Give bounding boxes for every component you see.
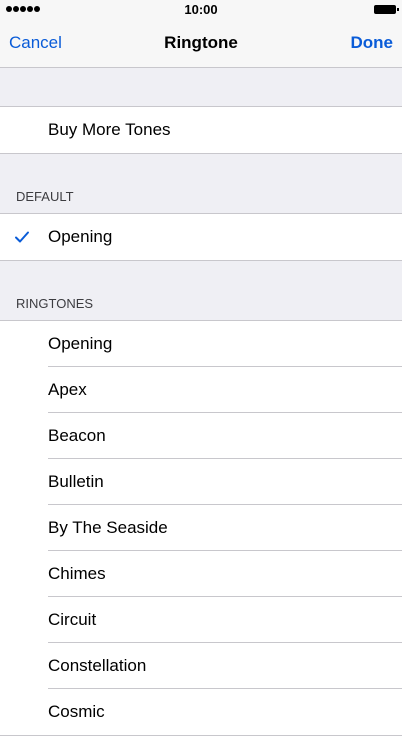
ringtone-row[interactable]: Cosmic — [0, 689, 402, 735]
navigation-bar: Cancel Ringtone Done — [0, 20, 402, 68]
buy-more-tones-row[interactable]: Buy More Tones — [0, 107, 402, 153]
default-section-header: DEFAULT — [0, 188, 402, 213]
ringtones-section-header: RINGTONES — [0, 295, 402, 320]
ringtone-row[interactable]: Beacon — [0, 413, 402, 459]
default-group: Opening — [0, 213, 402, 261]
ringtone-row[interactable]: Apex — [0, 367, 402, 413]
ringtone-label: Opening — [48, 334, 113, 353]
ringtone-label: By The Seaside — [48, 518, 168, 537]
battery-icon — [374, 5, 399, 14]
page-title: Ringtone — [164, 33, 238, 52]
ringtone-label: Constellation — [48, 656, 147, 675]
default-header-label: DEFAULT — [16, 189, 74, 204]
ringtone-label: Chimes — [48, 564, 106, 583]
ringtone-row[interactable]: Chimes — [0, 551, 402, 597]
top-spacer — [0, 68, 402, 106]
ringtone-row[interactable]: By The Seaside — [0, 505, 402, 551]
ringtones-header-label: RINGTONES — [16, 296, 94, 311]
default-tone-row[interactable]: Opening — [0, 214, 402, 260]
ringtone-label: Cosmic — [48, 702, 105, 721]
done-button[interactable]: Done — [351, 33, 394, 53]
default-tone-label: Opening — [48, 227, 113, 246]
ringtones-group: Opening Apex Beacon Bulletin By The Seas… — [0, 320, 402, 736]
ringtone-label: Beacon — [48, 426, 106, 445]
checkmark-icon — [15, 231, 29, 243]
ringtone-row[interactable]: Opening — [0, 321, 402, 367]
status-time: 10:00 — [184, 2, 218, 17]
ringtone-row[interactable]: Circuit — [0, 597, 402, 643]
store-group: Buy More Tones — [0, 106, 402, 154]
ringtone-row[interactable]: Constellation — [0, 643, 402, 689]
buy-more-tones-label: Buy More Tones — [48, 120, 171, 139]
ringtone-row[interactable]: Bulletin — [0, 459, 402, 505]
ringtone-label: Bulletin — [48, 472, 104, 491]
ringtone-label: Apex — [48, 380, 87, 399]
status-bar: 10:00 — [0, 0, 402, 20]
ringtone-list[interactable]: Buy More Tones DEFAULT Opening RINGTONES… — [0, 68, 402, 736]
ringtone-label: Circuit — [48, 610, 97, 629]
